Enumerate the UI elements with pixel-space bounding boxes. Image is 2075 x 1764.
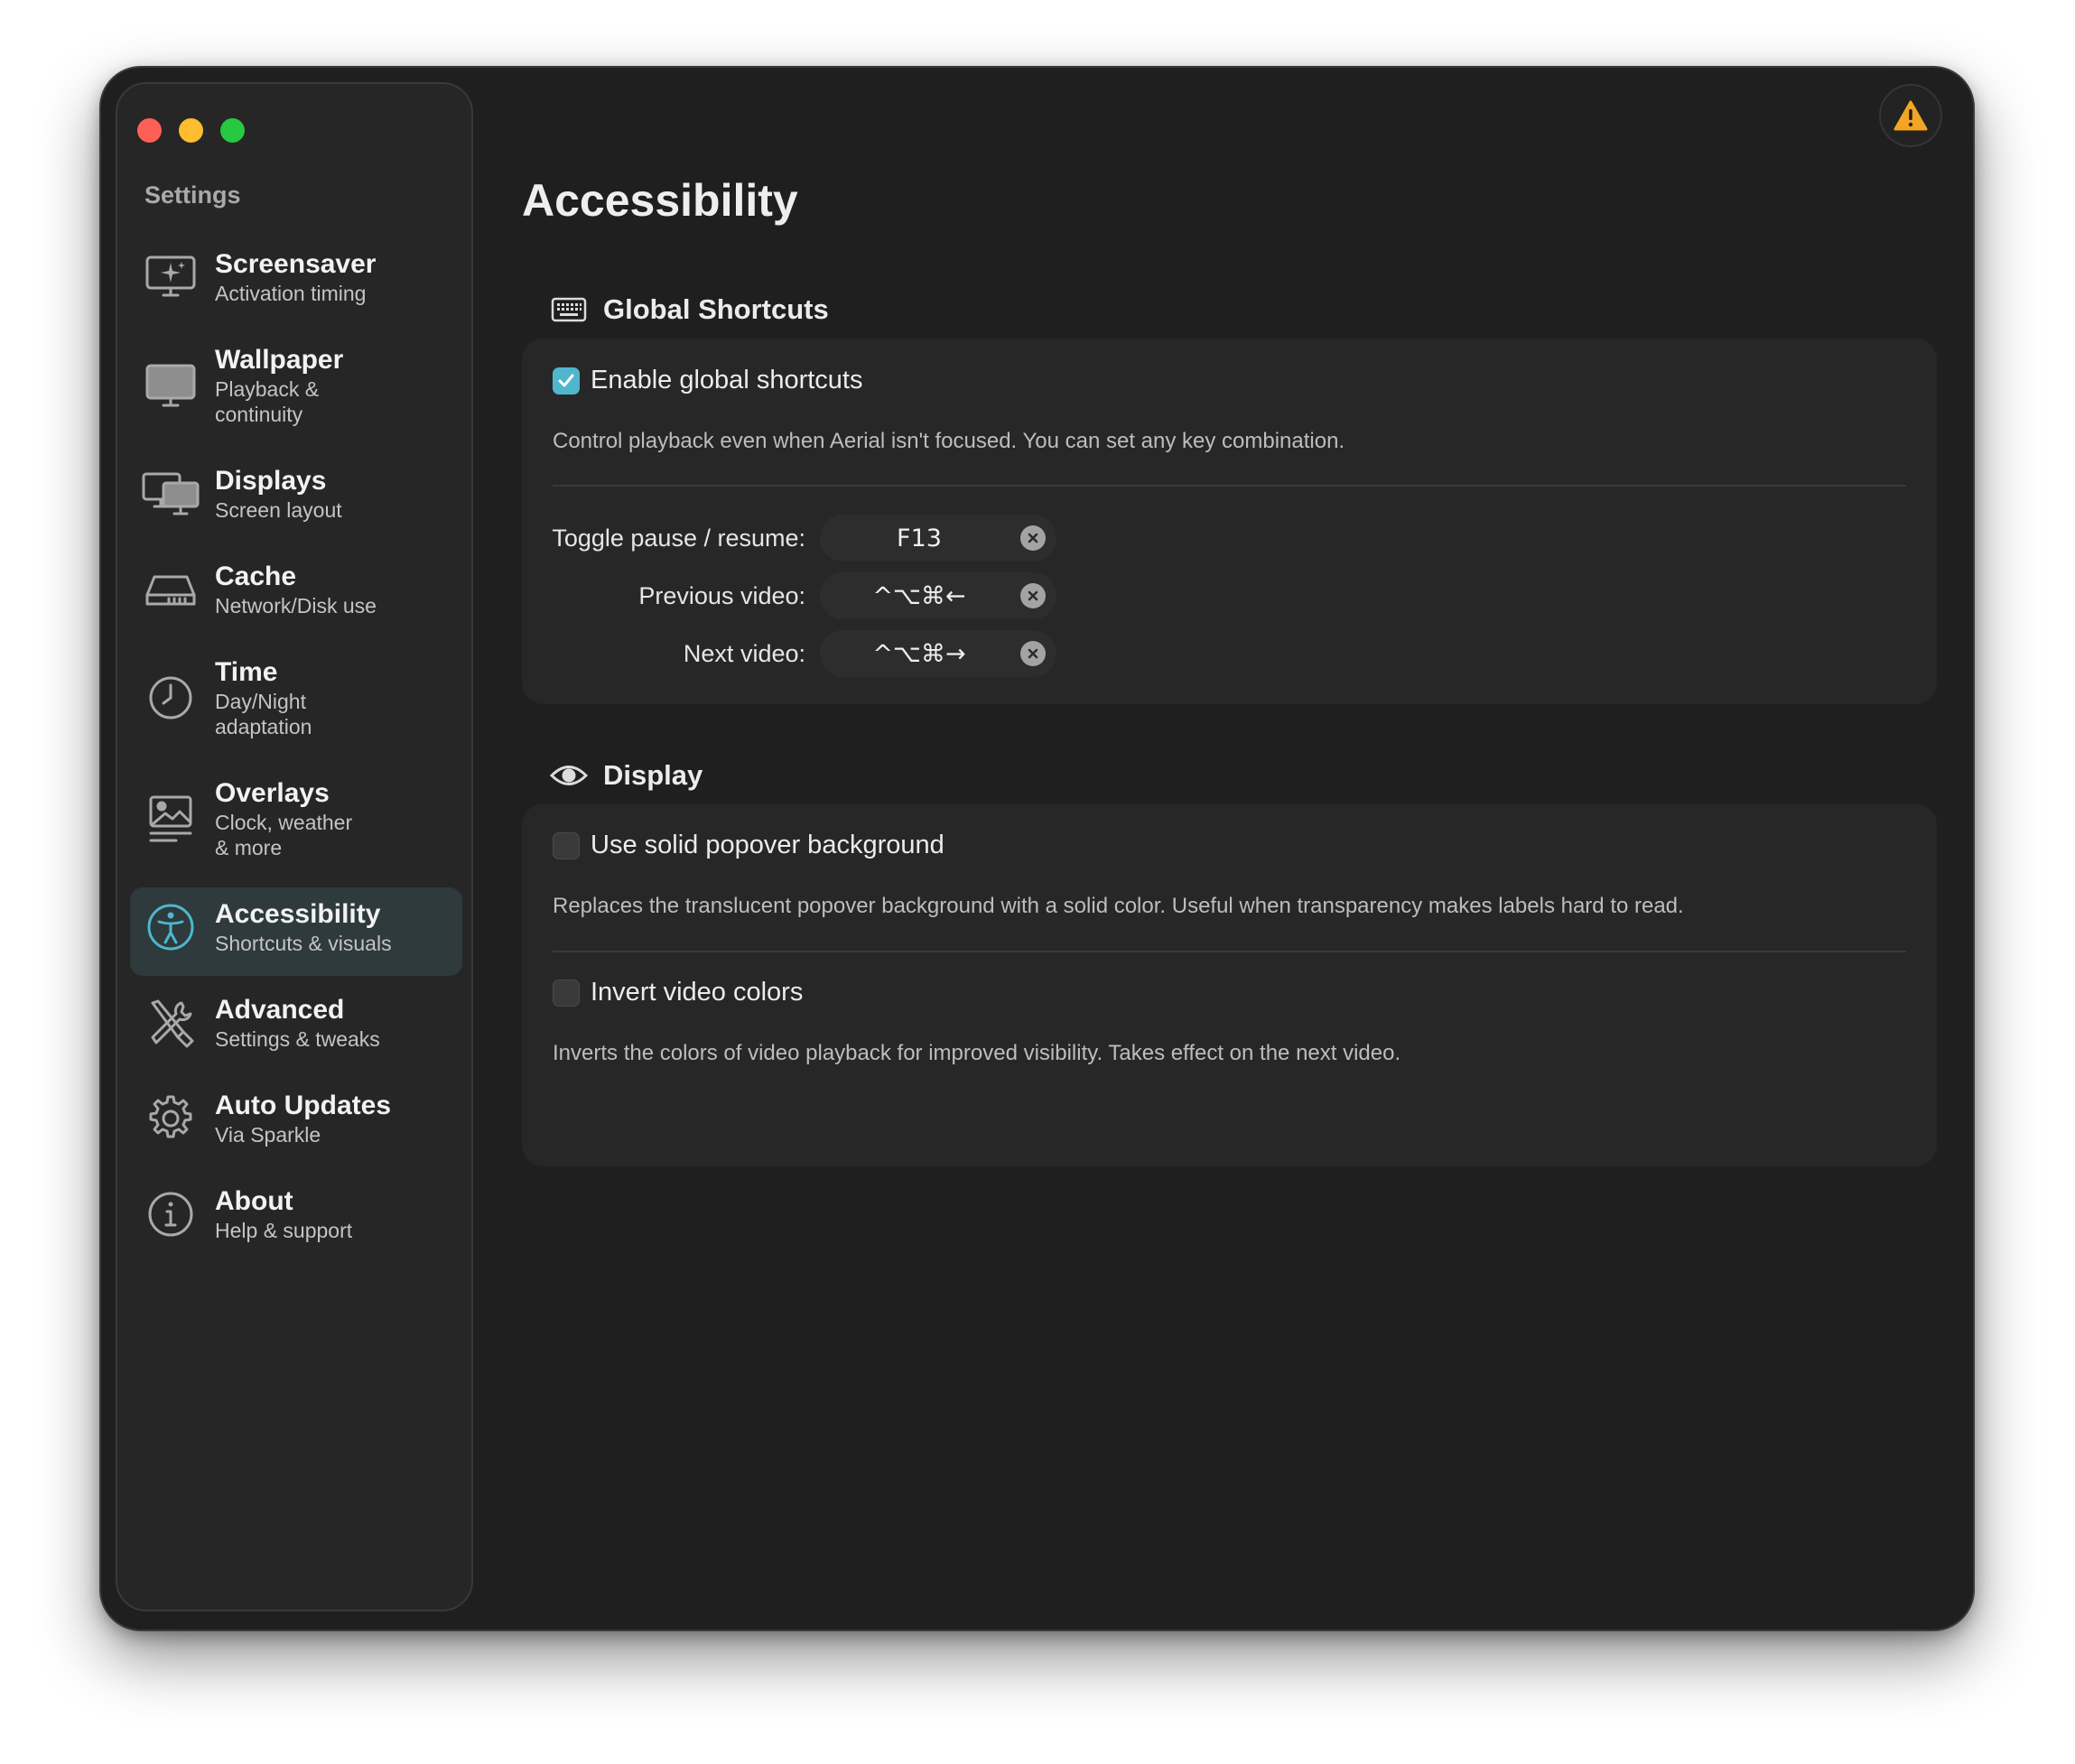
tools-icon	[139, 996, 202, 1050]
close-window-button[interactable]	[137, 118, 162, 143]
sidebar-nav: Screensaver Activation timing Wallpaper …	[130, 237, 462, 1270]
checkbox-label: Enable global shortcuts	[591, 366, 863, 395]
sidebar-item-label: Time	[215, 657, 278, 687]
sidebar-item-cache[interactable]: Cache Network/Disk use	[130, 550, 462, 645]
shortcut-recorder-previous[interactable]: ^⌥⌘←	[820, 572, 1056, 619]
checkbox-label: Invert video colors	[591, 978, 804, 1007]
sidebar-item-label: Accessibility	[215, 899, 381, 929]
shortcut-row-toggle: Toggle pause / resume: F13	[522, 515, 1064, 562]
displays-icon	[139, 467, 202, 521]
sidebar-item-time[interactable]: Time Day/Night adaptation	[130, 645, 462, 766]
sidebar-item-subtitle: Network/Disk use	[215, 594, 377, 617]
clock-icon	[139, 671, 202, 725]
page-title: Accessibility	[522, 175, 798, 226]
checkbox-unchecked[interactable]	[553, 979, 580, 1007]
shortcut-label: Toggle pause / resume:	[552, 524, 805, 552]
sidebar-title: Settings	[144, 181, 241, 209]
sidebar-item-subtitle: Playback & continuity	[215, 377, 320, 426]
sidebar-item-label: Cache	[215, 562, 297, 591]
global-shortcuts-description: Control playback even when Aerial isn't …	[553, 429, 1345, 453]
checkbox-label: Use solid popover background	[591, 831, 944, 859]
accessibility-icon	[139, 900, 202, 954]
enable-global-shortcuts-checkbox[interactable]: Enable global shortcuts	[553, 366, 862, 395]
shortcut-value: F13	[897, 524, 942, 552]
sidebar-item-label: Wallpaper	[215, 345, 344, 375]
sidebar-item-label: Auto Updates	[215, 1091, 391, 1120]
sidebar-item-subtitle: Day/Night adaptation	[215, 690, 312, 738]
overlay-image-icon	[139, 792, 202, 846]
solid-popover-description: Replaces the translucent popover backgro…	[553, 894, 1684, 918]
window-controls	[137, 118, 245, 143]
sidebar: Settings Screensaver Activation timing W…	[116, 82, 473, 1611]
sidebar-item-overlays[interactable]: Overlays Clock, weather & more	[130, 766, 462, 887]
sidebar-item-accessibility[interactable]: Accessibility Shortcuts & visuals	[130, 887, 462, 976]
sidebar-item-wallpaper[interactable]: Wallpaper Playback & continuity	[130, 333, 462, 454]
divider	[553, 485, 1906, 487]
disk-icon	[139, 562, 202, 617]
display-header: Display	[549, 757, 703, 794]
clear-shortcut-button[interactable]	[1020, 583, 1046, 608]
clear-shortcut-button[interactable]	[1020, 525, 1046, 551]
sidebar-item-about[interactable]: About Help & support	[130, 1174, 462, 1270]
sidebar-item-subtitle: Via Sparkle	[215, 1123, 321, 1147]
shortcut-label: Previous video:	[638, 581, 805, 609]
sidebar-item-label: About	[215, 1186, 293, 1216]
invert-colors-description: Inverts the colors of video playback for…	[553, 1041, 1401, 1065]
info-icon	[139, 1187, 202, 1241]
gear-icon	[139, 1091, 202, 1146]
zoom-window-button[interactable]	[220, 118, 245, 143]
close-icon	[1028, 533, 1038, 543]
shortcut-recorder-toggle[interactable]: F13	[820, 515, 1056, 562]
divider	[553, 951, 1906, 952]
minimize-window-button[interactable]	[179, 118, 203, 143]
global-shortcuts-card: Enable global shortcuts Control playback…	[522, 339, 1937, 704]
sidebar-item-displays[interactable]: Displays Screen layout	[130, 454, 462, 550]
section-title: Global Shortcuts	[603, 293, 829, 325]
sidebar-item-subtitle: Shortcuts & visuals	[215, 932, 392, 955]
checkbox-unchecked[interactable]	[553, 831, 580, 859]
shortcut-row-next: Next video: ^⌥⌘→	[522, 630, 1064, 677]
warning-button[interactable]	[1879, 84, 1942, 147]
warning-triangle-icon	[1894, 100, 1928, 131]
section-title: Display	[603, 759, 703, 791]
global-shortcuts-header: Global Shortcuts	[549, 292, 829, 328]
sidebar-item-label: Overlays	[215, 778, 330, 808]
monitor-icon	[139, 358, 202, 413]
sidebar-item-subtitle: Clock, weather & more	[215, 811, 353, 859]
eye-icon	[549, 757, 589, 794]
keyboard-icon	[549, 292, 589, 328]
shortcut-value: ^⌥⌘→	[872, 639, 966, 668]
invert-colors-checkbox[interactable]: Invert video colors	[553, 978, 803, 1007]
sidebar-item-auto-updates[interactable]: Auto Updates Via Sparkle	[130, 1079, 462, 1174]
clear-shortcut-button[interactable]	[1020, 641, 1046, 666]
sidebar-item-label: Advanced	[215, 995, 345, 1025]
sidebar-item-subtitle: Activation timing	[215, 282, 367, 305]
sidebar-item-subtitle: Help & support	[215, 1219, 353, 1242]
sidebar-item-label: Screensaver	[215, 249, 377, 279]
settings-window: Settings Screensaver Activation timing W…	[101, 68, 1973, 1629]
checkbox-checked[interactable]	[553, 367, 580, 395]
sidebar-item-screensaver[interactable]: Screensaver Activation timing	[130, 237, 462, 333]
shortcut-value: ^⌥⌘←	[872, 581, 966, 610]
shortcut-recorder-next[interactable]: ^⌥⌘→	[820, 630, 1056, 677]
sidebar-item-label: Displays	[215, 466, 327, 496]
display-card: Use solid popover background Replaces th…	[522, 803, 1937, 1166]
shortcut-row-previous: Previous video: ^⌥⌘←	[522, 572, 1064, 619]
solid-popover-checkbox[interactable]: Use solid popover background	[553, 831, 944, 860]
close-icon	[1028, 590, 1038, 601]
checkmark-icon	[558, 374, 574, 386]
sidebar-item-subtitle: Settings & tweaks	[215, 1027, 380, 1051]
close-icon	[1028, 648, 1038, 659]
sidebar-item-subtitle: Screen layout	[215, 498, 342, 522]
sidebar-item-advanced[interactable]: Advanced Settings & tweaks	[130, 983, 462, 1079]
shortcut-label: Next video:	[683, 639, 805, 667]
screensaver-icon	[139, 250, 202, 304]
